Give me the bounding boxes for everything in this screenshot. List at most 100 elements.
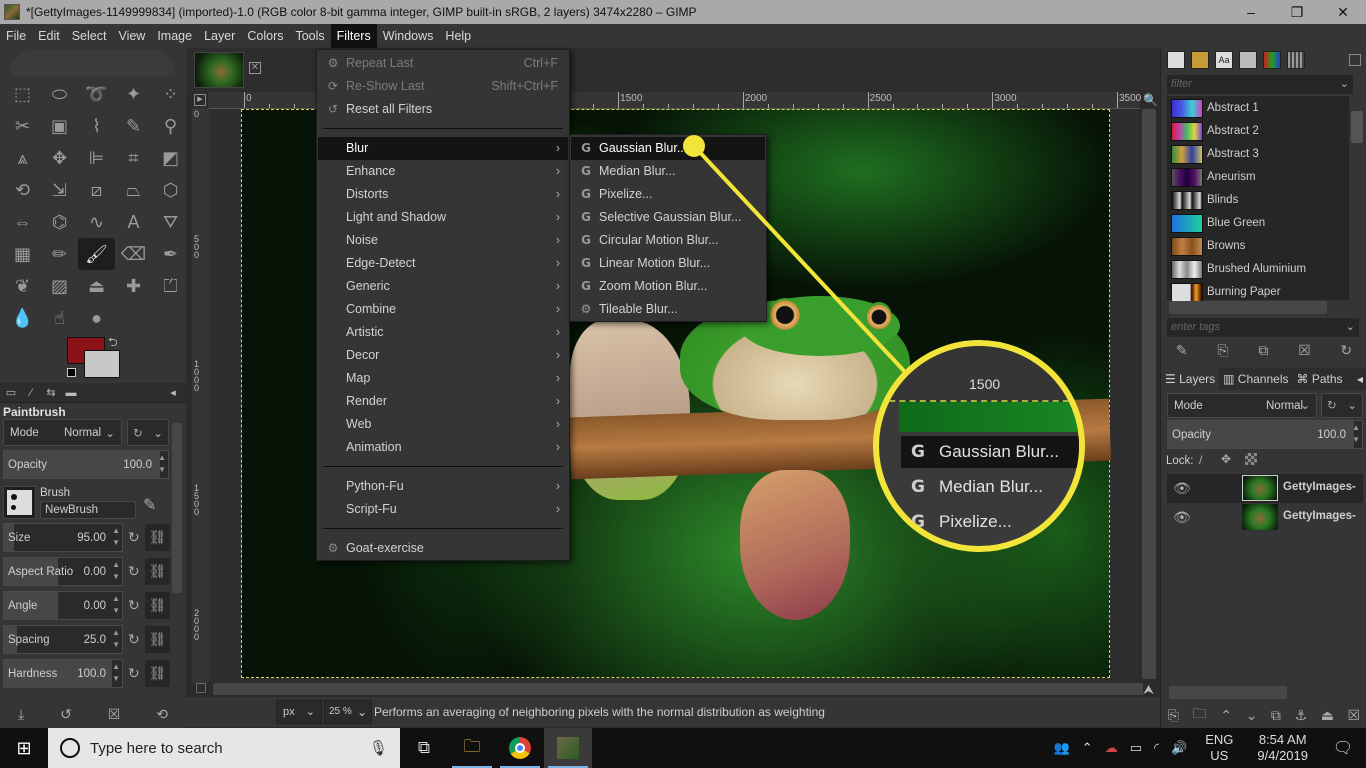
duplicate-layer-icon[interactable]: ⧉ xyxy=(1271,707,1281,724)
scale-icon[interactable]: ⇲ xyxy=(41,174,78,206)
align-icon[interactable]: ⊫ xyxy=(78,142,115,174)
lock-alpha-icon[interactable] xyxy=(1245,453,1257,465)
background-color-swatch[interactable] xyxy=(84,350,120,378)
palettes-tab-icon[interactable] xyxy=(1287,51,1305,69)
raise-layer-icon[interactable]: ⌃ xyxy=(1220,707,1232,724)
reset-icon[interactable]: ↻ xyxy=(128,529,140,546)
images-tab-icon[interactable]: ▬ xyxy=(62,384,80,402)
link-to-brush-icon[interactable]: ⛓ xyxy=(145,558,170,585)
gradient-list-hscrollbar[interactable] xyxy=(1169,301,1327,314)
menu-item-blur[interactable]: Blur › xyxy=(318,137,568,160)
crop-icon[interactable]: ⌗ xyxy=(115,142,152,174)
save-options-icon[interactable]: ⤓ xyxy=(18,706,24,723)
spin-arrows-icon[interactable]: ▲ ▼ xyxy=(112,593,120,617)
zoom-select[interactable]: 25 % ⌄ xyxy=(324,700,372,724)
lock-position-icon[interactable]: ✥ xyxy=(1221,452,1231,466)
minimize-button[interactable]: – xyxy=(1228,0,1274,24)
heal-icon[interactable]: ✚ xyxy=(115,270,152,302)
menu-item-reset-all-filters[interactable]: ↺ Reset all Filters xyxy=(318,98,568,121)
color-picker-icon[interactable]: ✎ xyxy=(115,110,152,142)
new-layer-group-icon[interactable]: 🗀 xyxy=(1193,703,1207,727)
submenu-item-gaussian-blur[interactable]: G Gaussian Blur... xyxy=(571,137,765,160)
tags-input[interactable]: enter tags ⌄ xyxy=(1167,318,1359,337)
menu-item-render[interactable]: Render › xyxy=(318,390,568,413)
brush-preview[interactable] xyxy=(3,486,36,519)
clock[interactable]: 8:54 AM 9/4/2019 xyxy=(1245,732,1320,764)
volume-icon[interactable]: 🔊 xyxy=(1165,740,1193,756)
unified-transform-icon[interactable]: ◩ xyxy=(152,142,189,174)
menu-windows[interactable]: Windows xyxy=(377,24,440,48)
gradient-item[interactable]: Abstract 1 xyxy=(1171,97,1349,120)
gradients-tab-icon[interactable] xyxy=(1263,51,1281,69)
submenu-item-tileable-blur[interactable]: ⚙ Tileable Blur... xyxy=(571,298,765,321)
edit-brush-icon[interactable]: ✎ xyxy=(143,495,156,515)
gradient-item[interactable]: Aneurism xyxy=(1171,166,1349,189)
gradient-item[interactable]: Browns xyxy=(1171,235,1349,258)
menu-item-artistic[interactable]: Artistic › xyxy=(318,321,568,344)
opacity-slider[interactable]: Opacity 100.0 ▲ ▼ xyxy=(3,450,169,479)
move-icon[interactable]: ✥ xyxy=(41,142,78,174)
tool-options-scrollbar[interactable] xyxy=(172,423,182,593)
menu-item-animation[interactable]: Animation › xyxy=(318,436,568,459)
layer-row[interactable]: 👁 GettyImages- xyxy=(1167,474,1363,503)
link-to-brush-icon[interactable]: ⛓ xyxy=(145,592,170,619)
dock-menu-icon[interactable] xyxy=(1349,54,1361,66)
delete-layer-icon[interactable]: ☒ xyxy=(1348,707,1361,724)
people-icon[interactable]: 👥 xyxy=(1048,740,1076,756)
scissors-icon[interactable]: ✂ xyxy=(4,110,41,142)
visibility-eye-icon[interactable]: 👁 xyxy=(1173,480,1191,497)
default-colors-icon[interactable] xyxy=(67,368,76,377)
perspective-clone-icon[interactable]: ⏍ xyxy=(152,270,189,302)
aspect-ratio-slider[interactable]: Aspect Ratio 0.00 ▲ ▼ xyxy=(3,557,123,586)
duplicate-gradient-icon[interactable]: ⧉ xyxy=(1258,342,1268,359)
eraser-icon[interactable]: ⌫ xyxy=(115,238,152,270)
edit-gradient-icon[interactable]: ✎ xyxy=(1176,342,1188,359)
gradient-item[interactable]: Abstract 2 xyxy=(1171,120,1349,143)
perspective-icon[interactable]: ⏢ xyxy=(115,174,152,206)
submenu-item-zoom-motion-blur[interactable]: G Zoom Motion Blur... xyxy=(571,275,765,298)
submenu-item-median-blur[interactable]: G Median Blur... xyxy=(571,160,765,183)
tab-channels[interactable]: ▥ Channels xyxy=(1219,368,1292,390)
menu-tools[interactable]: Tools xyxy=(289,24,330,48)
tool-options-tab-icon[interactable]: ▭ xyxy=(2,384,20,402)
layer-row[interactable]: 👁 GettyImages- xyxy=(1167,503,1363,532)
navigate-button[interactable] xyxy=(196,683,206,693)
menu-item-python-fu[interactable]: Python-Fu › xyxy=(318,475,568,498)
spin-arrows-icon[interactable]: ▲ ▼ xyxy=(1352,422,1360,446)
mypaint-brush-icon[interactable]: ▨ xyxy=(41,270,78,302)
reset-icon[interactable]: ↻ xyxy=(128,631,140,648)
canvas-horizontal-scrollbar[interactable] xyxy=(213,683,1143,695)
onedrive-error-icon[interactable]: ☁ xyxy=(1099,740,1124,756)
ellipse-select-icon[interactable]: ⬭ xyxy=(41,78,78,110)
layer-mask-icon[interactable]: ⏏ xyxy=(1321,707,1334,724)
menu-select[interactable]: Select xyxy=(66,24,113,48)
restore-options-icon[interactable]: ↺ xyxy=(60,706,72,723)
chrome-icon[interactable] xyxy=(496,728,544,768)
reset-icon[interactable]: ↻ xyxy=(128,665,140,682)
quick-mask-toggle[interactable]: ▶ xyxy=(194,94,206,106)
file-explorer-icon[interactable]: 🗀 xyxy=(448,728,496,768)
measure-icon[interactable]: ⩓ xyxy=(4,142,41,174)
unit-select[interactable]: px ⌄ xyxy=(276,700,322,724)
rect-select-icon[interactable]: ⬚ xyxy=(4,78,41,110)
menu-item-combine[interactable]: Combine › xyxy=(318,298,568,321)
task-view-icon[interactable]: ⧉ xyxy=(400,728,448,768)
navigate-image-icon[interactable]: ⮝ xyxy=(1143,682,1154,698)
dock-menu-icon[interactable]: ◂ xyxy=(1353,368,1366,390)
menu-item-enhance[interactable]: Enhance › xyxy=(318,160,568,183)
size-slider[interactable]: Size 95.00 ▲ ▼ xyxy=(3,523,123,552)
menu-item-goat-exercise[interactable]: ⚙ Goat-exercise xyxy=(318,537,568,560)
spin-arrows-icon[interactable]: ▲ ▼ xyxy=(158,452,166,476)
reset-icon[interactable]: ↻ xyxy=(128,563,140,580)
battery-icon[interactable]: ▭ xyxy=(1124,740,1148,756)
patterns-tab-icon[interactable] xyxy=(1191,51,1209,69)
microphone-icon[interactable]: 🎙 xyxy=(369,739,388,757)
visibility-eye-icon[interactable]: 👁 xyxy=(1173,509,1191,526)
new-gradient-icon[interactable]: ⎘ xyxy=(1217,342,1228,359)
menu-item-edge-detect[interactable]: Edge-Detect › xyxy=(318,252,568,275)
gradient-item[interactable]: Abstract 3 xyxy=(1171,143,1349,166)
close-button[interactable]: ✕ xyxy=(1320,0,1366,24)
menu-item-distorts[interactable]: Distorts › xyxy=(318,183,568,206)
delete-options-icon[interactable]: ☒ xyxy=(108,706,121,723)
gradient-icon[interactable]: ▦ xyxy=(4,238,41,270)
